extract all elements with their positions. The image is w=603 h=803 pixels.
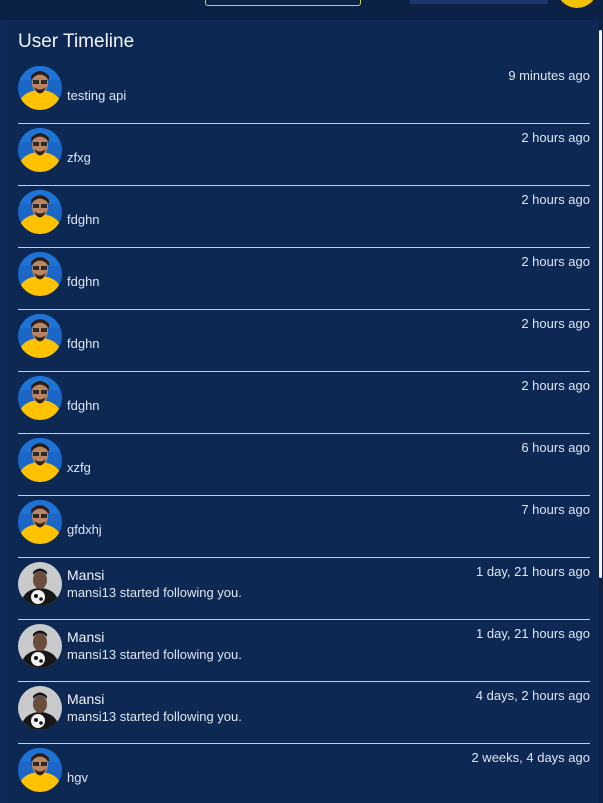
yellow-hoodie-avatar[interactable] <box>18 314 62 358</box>
yellow-hoodie-avatar[interactable] <box>18 748 62 792</box>
timeline-post-row[interactable]: 2 hours ago fdghn <box>18 310 590 372</box>
timestamp: 2 hours ago <box>521 192 590 207</box>
post-text: gfdxhj <box>67 522 102 537</box>
timeline-post-row[interactable]: 9 minutes ago testing api <box>18 62 590 124</box>
post-text: testing api <box>67 88 127 103</box>
timeline-post-row[interactable]: 2 hours ago zfxg <box>18 124 590 186</box>
post-text: zfxg <box>67 150 91 165</box>
timestamp: 2 hours ago <box>521 254 590 269</box>
user-name[interactable]: Mansi <box>67 691 104 707</box>
yellow-hoodie-avatar[interactable] <box>18 190 62 234</box>
notification-text: mansi13 started following you. <box>67 647 242 662</box>
post-text: fdghn <box>67 398 100 413</box>
account-selector[interactable] <box>410 0 548 4</box>
post-text: fdghn <box>67 336 100 351</box>
timestamp: 7 hours ago <box>521 502 590 517</box>
user-name[interactable]: Mansi <box>67 629 104 645</box>
notification-text: mansi13 started following you. <box>67 585 242 600</box>
soccer-player-avatar[interactable] <box>18 562 62 606</box>
timestamp: 1 day, 21 hours ago <box>476 626 590 641</box>
yellow-hoodie-avatar[interactable] <box>18 128 62 172</box>
user-name[interactable]: Mansi <box>67 567 104 583</box>
soccer-player-avatar[interactable] <box>18 624 62 668</box>
page-title: User Timeline <box>18 31 135 52</box>
timeline-post-row[interactable]: 6 hours ago xzfg <box>18 434 590 496</box>
timeline-panel: User Timeline 9 minutes ago testing api 2… <box>8 22 597 803</box>
scrollbar-thumb[interactable] <box>599 30 602 578</box>
yellow-hoodie-avatar[interactable] <box>18 252 62 296</box>
yellow-hoodie-avatar[interactable] <box>18 66 62 110</box>
post-text: fdghn <box>67 212 100 227</box>
yellow-hoodie-avatar[interactable] <box>18 500 62 544</box>
timeline-post-row[interactable]: 2 weeks, 4 days ago hgv <box>18 744 590 803</box>
post-text: fdghn <box>67 274 100 289</box>
yellow-hoodie-avatar[interactable] <box>18 438 62 482</box>
soccer-player-avatar[interactable] <box>18 686 62 730</box>
timestamp: 9 minutes ago <box>508 68 590 83</box>
timestamp: 2 hours ago <box>521 378 590 393</box>
post-text: xzfg <box>67 460 91 475</box>
timeline-post-row[interactable]: 2 hours ago fdghn <box>18 186 590 248</box>
top-navigation-bar <box>0 0 603 14</box>
timestamp: 2 weeks, 4 days ago <box>471 750 590 765</box>
follow-notification-row[interactable]: 1 day, 21 hours ago Mansi mansi13 started … <box>18 558 590 620</box>
timeline-list: 9 minutes ago testing api 2 hours ago zfxg… <box>18 62 590 803</box>
notification-text: mansi13 started following you. <box>67 709 242 724</box>
timestamp: 4 days, 2 hours ago <box>475 688 590 703</box>
follow-notification-row[interactable]: 1 day, 21 hours ago Mansi mansi13 started … <box>18 620 590 682</box>
follow-notification-row[interactable]: 4 days, 2 hours ago Mansi mansi13 started … <box>18 682 590 744</box>
profile-avatar[interactable] <box>557 0 597 8</box>
timestamp: 6 hours ago <box>521 440 590 455</box>
timeline-post-row[interactable]: 2 hours ago fdghn <box>18 248 590 310</box>
timestamp: 2 hours ago <box>521 316 590 331</box>
post-text: hgv <box>67 770 88 785</box>
search-input[interactable] <box>205 0 361 6</box>
timestamp: 1 day, 21 hours ago <box>476 564 590 579</box>
timestamp: 2 hours ago <box>521 130 590 145</box>
yellow-hoodie-avatar[interactable] <box>18 376 62 420</box>
timeline-post-row[interactable]: 2 hours ago fdghn <box>18 372 590 434</box>
timeline-post-row[interactable]: 7 hours ago gfdxhj <box>18 496 590 558</box>
